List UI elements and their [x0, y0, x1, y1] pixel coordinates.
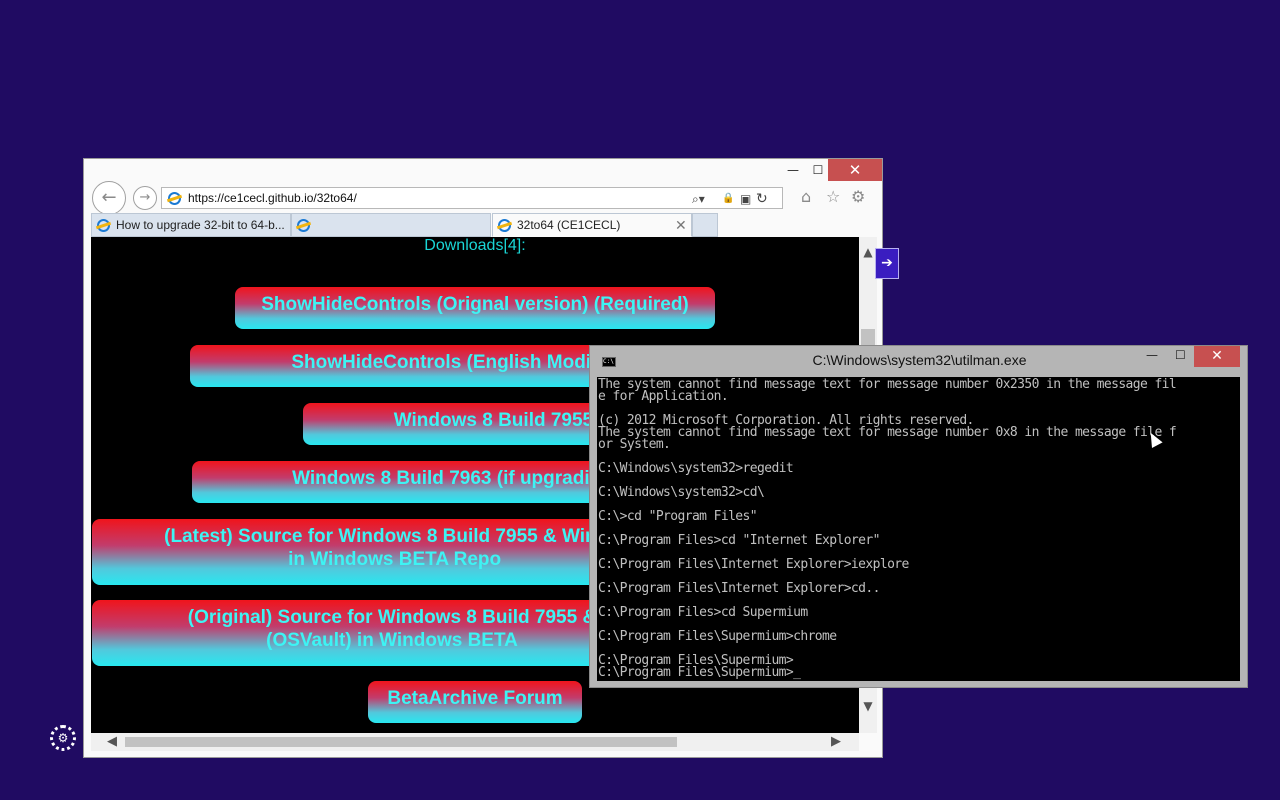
cmd-minimize-button[interactable]: —	[1146, 348, 1158, 362]
console-output: The system cannot find message text for …	[598, 377, 1177, 680]
horizontal-scrollbar[interactable]: ◀ ▶	[91, 733, 859, 751]
tab-close-icon[interactable]: ✕	[675, 214, 687, 236]
horizontal-scroll-thumb[interactable]	[125, 737, 677, 747]
tab-label: 32to64 (CE1CECL)	[517, 218, 621, 232]
download-button-showhide-original[interactable]: ShowHideControls (Orignal version) (Requ…	[235, 287, 715, 329]
ie-icon	[297, 219, 310, 232]
settings-gear-icon[interactable]: ⚙	[851, 188, 865, 206]
ie-icon	[498, 219, 511, 232]
ease-of-access-icon[interactable]: ⚙	[50, 725, 76, 751]
back-button[interactable]: ←	[92, 181, 126, 215]
forward-button[interactable]: →	[133, 186, 157, 210]
lock-icon[interactable]: 🔒	[722, 189, 734, 209]
close-button[interactable]: ✕	[828, 159, 882, 181]
ie-icon	[168, 192, 181, 205]
url-text[interactable]: https://ce1cecl.github.io/32to64/	[188, 188, 357, 208]
tab-label: How to upgrade 32-bit to 64-b...	[116, 218, 285, 232]
cmd-close-button[interactable]: ✕	[1194, 346, 1240, 367]
back-arrow-icon: ←	[101, 187, 117, 208]
console-area[interactable]: The system cannot find message text for …	[597, 377, 1240, 681]
refresh-icon[interactable]: ↻	[756, 189, 768, 209]
cmd-maximize-button[interactable]: ☐	[1175, 348, 1186, 362]
scroll-down-icon[interactable]: ▼	[859, 699, 877, 713]
scroll-left-icon[interactable]: ◀	[107, 733, 117, 751]
search-dropdown-icon[interactable]: ⌕▾	[692, 189, 705, 209]
compatibility-view-icon[interactable]: ▣	[740, 189, 751, 209]
tab-blank[interactable]	[291, 213, 491, 237]
download-button-betaarchive-forum[interactable]: BetaArchive Forum	[368, 681, 582, 723]
address-bar[interactable]: https://ce1cecl.github.io/32to64/ ⌕▾ 🔒 ▣…	[161, 187, 783, 209]
ie-icon	[97, 219, 110, 232]
scroll-right-icon[interactable]: ▶	[831, 733, 841, 751]
arrow-icon[interactable]: ➔	[875, 248, 899, 279]
tab-32to64[interactable]: 32to64 (CE1CECL) ✕	[492, 213, 692, 237]
new-tab-button[interactable]	[692, 213, 718, 237]
forward-arrow-icon: →	[139, 190, 151, 205]
tab-how-to-upgrade[interactable]: How to upgrade 32-bit to 64-b...	[91, 213, 291, 237]
favorites-star-icon[interactable]: ☆	[826, 188, 840, 206]
home-icon[interactable]: ⌂	[801, 188, 811, 206]
downloads-heading: Downloads[4]:	[424, 237, 526, 254]
cmd-window: C:\ C:\Windows\system32\utilman.exe — ☐ …	[589, 345, 1248, 688]
